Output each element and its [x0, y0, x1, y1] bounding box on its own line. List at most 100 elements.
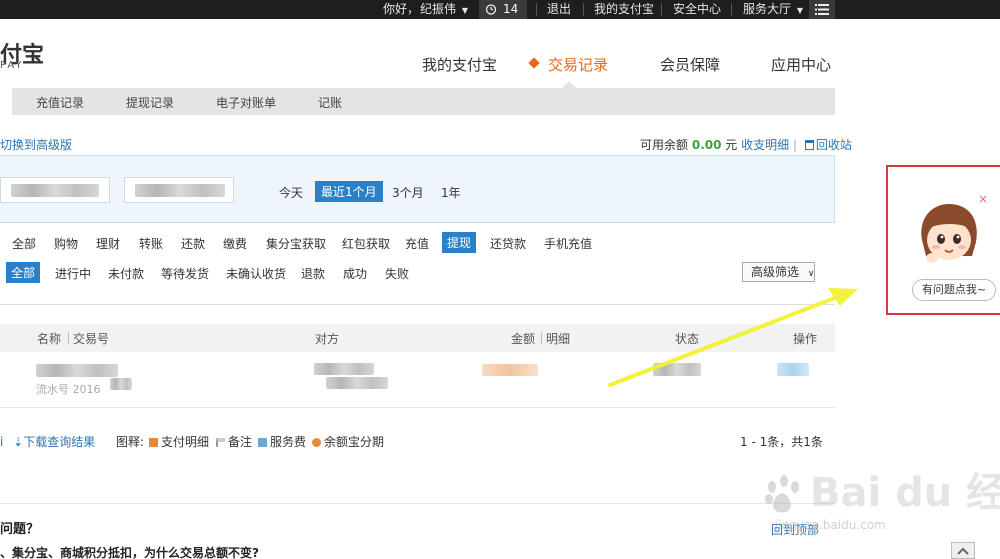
- th-counterparty: 对方: [315, 332, 340, 346]
- download-results-link[interactable]: i ⇣下载查询结果: [0, 433, 95, 450]
- type-finance[interactable]: 理财: [96, 235, 120, 252]
- sub-nav: 充值记录 提现记录 电子对账单 记账: [0, 88, 835, 115]
- th-status: 状态: [675, 332, 700, 346]
- table-row[interactable]: 流水号 2016: [0, 352, 835, 408]
- legend-label: 图释:: [116, 435, 145, 449]
- my-alipay-link[interactable]: 我的支付宝: [594, 0, 654, 19]
- type-jifenbao[interactable]: 集分宝获取: [266, 235, 326, 252]
- status-all[interactable]: 全部: [6, 262, 41, 283]
- type-mobile-recharge[interactable]: 手机充值: [544, 235, 592, 252]
- caret-down-icon: ▼: [461, 6, 468, 15]
- status-failed[interactable]: 失败: [385, 265, 409, 282]
- type-all[interactable]: 全部: [12, 235, 36, 252]
- yuebao-icon: [312, 438, 321, 447]
- flag-icon: [216, 438, 225, 447]
- caret-down-icon: ▼: [796, 6, 803, 15]
- type-payment[interactable]: 缴费: [223, 235, 247, 252]
- username-link[interactable]: 纪振伟 ▼: [420, 0, 468, 19]
- type-repayment[interactable]: 还款: [181, 235, 205, 252]
- balance-area: 可用余额 0.00 元 收支明细 | 回收站: [640, 138, 852, 152]
- advanced-filter-button[interactable]: 高级筛选 ∨: [742, 262, 815, 282]
- type-shopping[interactable]: 购物: [54, 235, 78, 252]
- double-chevron-down-icon: ∨: [807, 269, 815, 279]
- legend-bar: i ⇣下载查询结果 图释: 支付明细 备注 服务费 余额宝分期 1 - 1条，共…: [0, 433, 835, 449]
- advanced-filter-label: 高级筛选: [751, 265, 800, 279]
- balance-label: 可用余额: [640, 138, 689, 152]
- nav-active-caret-icon: [562, 81, 576, 88]
- help-bubble-button[interactable]: 有问题点我~: [912, 279, 996, 301]
- status-unconfirmed[interactable]: 未确认收货: [226, 265, 286, 282]
- baidu-watermark: Bai du 经验: [760, 460, 1000, 518]
- download-arrow-icon: ⇣: [13, 435, 24, 449]
- subnav-recharge-records[interactable]: 充值记录: [36, 94, 84, 111]
- top-bar: 你好， 纪振伟 ▼ 14 退出 我的支付宝 安全中心 服务大厅 ▼: [0, 0, 1000, 19]
- nav-member-protection[interactable]: 会员保障: [660, 54, 720, 75]
- menu-icon: [815, 4, 829, 15]
- service-hall-link[interactable]: 服务大厅 ▼: [743, 0, 803, 19]
- date-3-months[interactable]: 3个月: [392, 184, 424, 201]
- alarm-button[interactable]: 14: [479, 0, 527, 19]
- start-date-input[interactable]: [0, 177, 110, 203]
- username-label: 纪振伟: [420, 2, 457, 16]
- end-date-input[interactable]: [124, 177, 234, 203]
- chevron-up-icon: [957, 547, 969, 555]
- balance-amount: 0.00: [691, 138, 722, 152]
- status-awaiting-shipment[interactable]: 等待发货: [161, 265, 209, 282]
- security-center-link[interactable]: 安全中心: [673, 0, 721, 19]
- pipe-icon: i: [0, 435, 4, 449]
- switch-advanced-link[interactable]: 切换到高级版: [0, 136, 72, 153]
- nav-my-alipay[interactable]: 我的支付宝: [422, 54, 497, 75]
- alarm-clock-icon: [485, 4, 497, 15]
- th-trade-no: 交易号: [73, 332, 110, 346]
- girl-avatar-icon: [921, 204, 977, 263]
- legend-service-fee: 服务费: [258, 433, 306, 450]
- type-transfer[interactable]: 转账: [139, 235, 163, 252]
- menu-button[interactable]: [809, 0, 835, 19]
- legend-yuebao-installment: 余额宝分期: [312, 433, 384, 450]
- subnav-withdraw-records[interactable]: 提现记录: [126, 94, 174, 111]
- status-refund[interactable]: 退款: [301, 265, 325, 282]
- trash-icon: [804, 140, 814, 150]
- type-withdraw[interactable]: 提现: [442, 232, 477, 253]
- alarm-count: 14: [503, 2, 519, 16]
- watermark-text: Bai du 经验: [810, 470, 1000, 516]
- service-hall-label: 服务大厅: [743, 2, 792, 16]
- payment-detail-icon: [149, 438, 158, 447]
- date-today[interactable]: 今天: [279, 184, 303, 201]
- legend-note: 备注: [216, 433, 252, 450]
- table-header: 名称 交易号 对方 金额 明细 状态 操作: [0, 324, 835, 352]
- date-filter-box: 今天 最近1个月 3个月 1年: [0, 155, 835, 223]
- faq-item[interactable]: 、集分宝、商城积分抵扣，为什么交易总额不变?: [0, 544, 259, 559]
- alipay-logo-sub: PAY: [0, 60, 24, 71]
- greeting-text: 你好，: [383, 2, 420, 16]
- close-icon[interactable]: ×: [978, 192, 988, 206]
- type-red-packet[interactable]: 红包获取: [342, 235, 390, 252]
- nav-app-center[interactable]: 应用中心: [771, 54, 831, 75]
- subnav-e-statement[interactable]: 电子对账单: [216, 94, 276, 111]
- balance-unit: 元: [725, 138, 738, 152]
- type-recharge[interactable]: 充值: [405, 235, 429, 252]
- income-expense-link[interactable]: 收支明细: [741, 138, 789, 152]
- watermark-url: jingyan.baidu.com: [775, 518, 886, 532]
- status-unpaid[interactable]: 未付款: [108, 265, 144, 282]
- header: 付宝 PAY: [0, 19, 1000, 88]
- date-last-month[interactable]: 最近1个月: [315, 181, 383, 202]
- recycle-bin-link[interactable]: 回收站: [816, 138, 852, 152]
- legend-payment-detail: 支付明细: [149, 433, 209, 450]
- th-name: 名称: [37, 332, 62, 346]
- th-action: 操作: [793, 332, 818, 346]
- service-fee-icon: [258, 438, 267, 447]
- status-in-progress[interactable]: 进行中: [55, 265, 91, 282]
- th-amount: 金额: [511, 332, 536, 346]
- download-label: 下载查询结果: [23, 435, 96, 449]
- baidu-paw-icon: [765, 475, 799, 513]
- logout-link[interactable]: 退出: [547, 0, 571, 19]
- subnav-bookkeeping[interactable]: 记账: [318, 94, 342, 111]
- nav-transaction-records[interactable]: 交易记录: [548, 54, 608, 75]
- status-success[interactable]: 成功: [343, 265, 367, 282]
- pagination-text: 1 - 1条，共1条: [740, 435, 823, 449]
- faq-title: 问题？: [0, 522, 40, 537]
- type-loan-repay[interactable]: 还贷款: [490, 235, 526, 252]
- scroll-up-button[interactable]: [951, 542, 975, 559]
- date-1-year[interactable]: 1年: [441, 184, 461, 201]
